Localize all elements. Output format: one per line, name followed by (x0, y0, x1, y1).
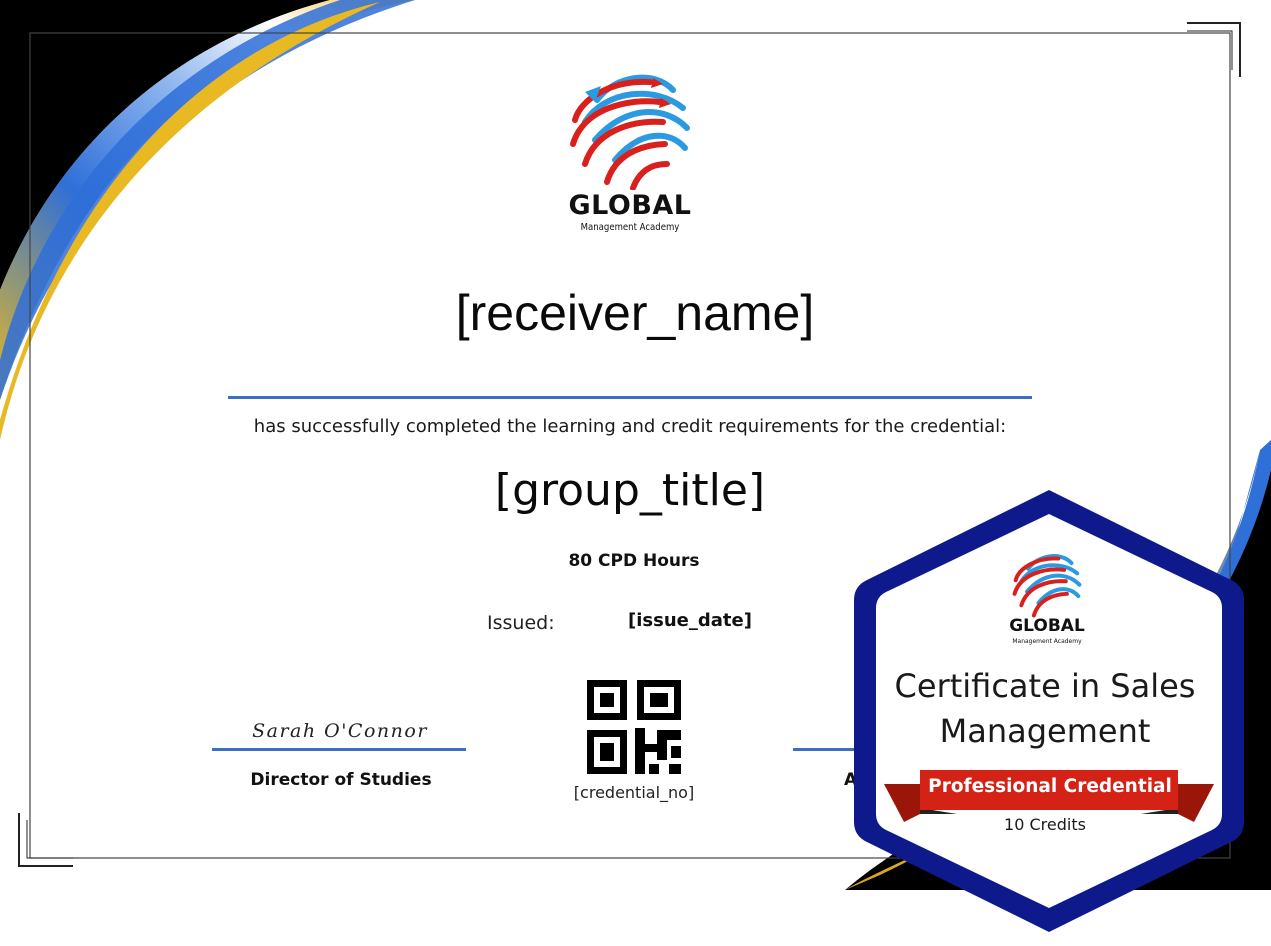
receiver-name: [receiver_name] (455, 285, 815, 341)
corner-swoosh-top-left (0, 0, 415, 440)
receiver-underline (228, 396, 1032, 399)
issue-date: [issue_date] (628, 610, 752, 631)
qr-code (587, 680, 681, 774)
badge-ribbon-label: Professional Credential (928, 776, 1172, 797)
globe-arrows-icon (1012, 554, 1082, 618)
globe-arrows-icon (570, 74, 690, 190)
logo-tagline: Management Academy (580, 222, 680, 233)
cpd-hours: 80 CPD Hours (568, 551, 700, 571)
badge-logo: GLOBAL Management Academy (1000, 546, 1094, 656)
logo-name: GLOBAL (568, 190, 692, 221)
signature-line-left (212, 748, 466, 751)
completion-statement: has successfully completed the learning … (253, 416, 1007, 437)
badge-logo-tagline: Management Academy (1012, 638, 1082, 645)
issued-label: Issued: (487, 612, 555, 634)
badge-credits: 10 Credits (1004, 815, 1086, 834)
signatory-title-left: Director of Studies (250, 770, 432, 790)
credential-number: [credential_no] (573, 783, 695, 802)
badge-title: Certificate in Sales Management (894, 667, 1196, 750)
badge-logo-name: GLOBAL (1009, 616, 1085, 636)
signature-left: Sarah O'Connor (252, 720, 428, 742)
academy-logo: GLOBAL Management Academy (555, 60, 705, 242)
group-title: [group_title] (494, 465, 766, 516)
